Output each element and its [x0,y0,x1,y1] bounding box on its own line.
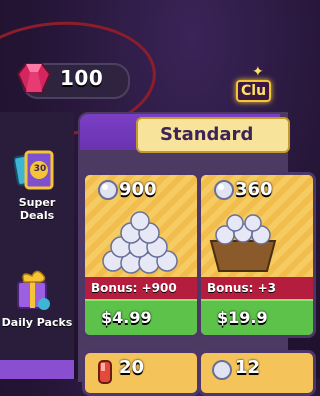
super-deals-badge: 30 [33,164,47,174]
sidebar-item-daily-packs[interactable] [14,264,54,316]
offer-card[interactable]: 360 Bonus: +3 $19.9 [198,172,316,338]
pearl-basket-icon [209,214,277,272]
sidebar-selected-item[interactable] [0,360,74,379]
bonus-label: Bonus: +3 [201,277,313,299]
offer-card[interactable]: 12 [198,350,316,396]
price-button[interactable]: $4.99 [85,299,197,335]
pearl-pile-icon [102,211,178,274]
section-title: Standard [136,117,290,153]
offer-amount: 360 [235,179,273,200]
gift-box-icon [17,270,50,310]
offer-amount: 20 [119,357,145,378]
potion-icon [98,360,112,384]
price-button[interactable]: $19.9 [201,299,313,335]
club-button[interactable]: Clu [236,80,272,102]
sidebar-item-label: Daily Packs [1,316,73,329]
pearl-icon [214,180,234,200]
sidebar-item-super-deals[interactable]: 30 [13,150,54,192]
offer-card[interactable]: 900 Bonus: +900 $4.99 [82,172,200,338]
offer-card[interactable]: 20 [82,350,200,396]
offer-amount: 12 [235,357,261,378]
sidebar-item-label: Super Deals [18,196,56,222]
club-crown-icon: ✦ [252,64,264,80]
offer-amount: 900 [119,179,157,200]
gem-count: 100 [60,66,104,90]
pearl-icon [212,360,232,380]
pearl-icon [98,180,118,200]
gem-icon [16,63,52,93]
bonus-label: Bonus: +900 [85,277,197,299]
